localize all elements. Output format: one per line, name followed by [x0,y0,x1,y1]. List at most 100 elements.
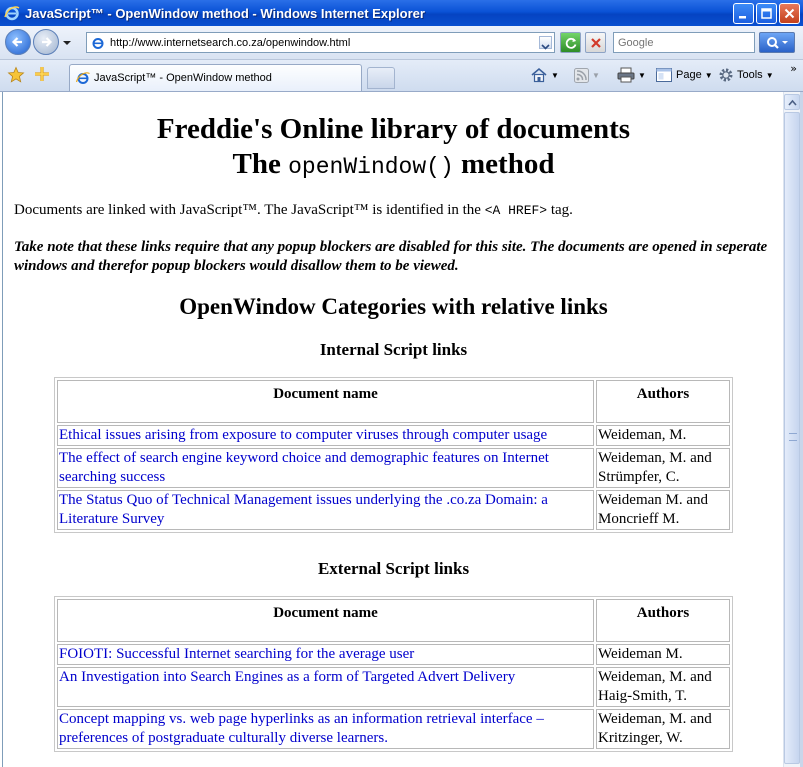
table-row: Concept mapping vs. web page hyperlinks … [57,709,730,749]
table-header-row: Document name Authors [57,380,730,423]
heading-line2-pre: The [232,148,289,180]
home-button[interactable]: ▼ [530,65,559,85]
page-title: Freddie's Online library of documents [3,112,783,147]
gear-icon [719,68,733,82]
maximize-button[interactable] [756,3,777,24]
ie-tab-icon [76,72,90,84]
authors-cell: Weideman, M. and Strümpfer, C. [596,448,730,488]
authors-cell: Weideman, M. and Kritzinger, W. [596,709,730,749]
tab-label: JavaScript™ - OpenWindow method [94,72,272,84]
document-name-cell: An Investigation into Search Engines as … [57,667,594,707]
back-button[interactable] [5,29,31,55]
stop-icon [590,37,601,48]
intro-text-start: Documents are linked with JavaScript™. T… [14,202,485,218]
internal-links-heading: Internal Script links [319,340,468,359]
page-menu-label: Page [676,69,702,81]
column-header-authors: Authors [596,599,730,642]
categories-heading: OpenWindow Categories with relative link… [179,294,608,319]
document-link[interactable]: FOIOTI: Successful Internet searching fo… [59,646,414,662]
document-link[interactable]: Ethical issues arising from exposure to … [59,427,547,443]
page-dropdown-icon: ▼ [704,70,713,80]
heading-line2-post: method [453,148,555,180]
document-name-cell: Ethical issues arising from exposure to … [57,425,594,446]
refresh-button[interactable] [560,32,581,53]
address-toolbar [0,26,803,60]
feeds-dropdown-icon[interactable]: ▼ [592,71,600,80]
table-header-row: Document name Authors [57,599,730,642]
url-input[interactable] [110,36,530,49]
tools-dropdown-icon: ▼ [765,70,774,80]
column-header-document-name: Document name [57,380,594,423]
scroll-grip-icon [789,433,797,441]
address-dropdown-button[interactable] [539,36,552,50]
popup-blocker-note: Take note that these links require that … [14,239,768,274]
forward-arrow-icon [42,37,53,47]
history-dropdown-icon[interactable] [62,38,72,48]
page-menu-button[interactable]: Page ▼ [656,65,713,85]
table-row: An Investigation into Search Engines as … [57,667,730,707]
intro-paragraph: Documents are linked with JavaScript™. T… [14,201,774,220]
authors-cell: Weideman, M. [596,425,730,446]
printer-icon [617,67,635,83]
page-content: Freddie's Online library of documents Th… [2,92,783,767]
back-arrow-icon [11,37,22,47]
ie-page-icon [92,37,104,49]
window-title-bar[interactable]: JavaScript™ - OpenWindow method - Window… [0,0,803,26]
ie-logo-icon [4,6,20,21]
maximize-icon [761,8,772,19]
feeds-button[interactable]: ▼ [574,65,600,85]
new-tab-button[interactable] [367,67,395,89]
forward-button[interactable] [33,29,59,55]
document-link[interactable]: The Status Quo of Technical Management i… [59,492,548,527]
external-links-heading: External Script links [317,559,470,578]
chevron-up-icon [787,99,797,106]
authors-cell: Weideman M. and Moncrieff M. [596,490,730,530]
home-dropdown-icon[interactable]: ▼ [551,71,559,80]
plus-star-icon[interactable] [33,65,51,83]
intro-tag-code: <A HREF> [484,203,548,218]
stop-button[interactable] [585,32,606,53]
intro-text-end: tag. [547,202,573,218]
tab-command-bar: JavaScript™ - OpenWindow method ▼ ▼ ▼ Pa… [0,60,803,92]
print-button[interactable]: ▼ [617,65,646,85]
magnifier-icon [767,36,788,49]
star-icon[interactable] [7,66,25,84]
window-title: JavaScript™ - OpenWindow method - Window… [25,5,425,21]
column-header-document-name: Document name [57,599,594,642]
vertical-scrollbar[interactable] [783,92,800,767]
address-bar[interactable] [86,32,555,53]
print-dropdown-icon[interactable]: ▼ [638,71,646,80]
page-subtitle: The openWindow() method [3,147,783,185]
scroll-up-button[interactable] [784,94,800,110]
tab-openwindow[interactable]: JavaScript™ - OpenWindow method [69,64,362,91]
internal-links-table: Document name Authors Ethical issues ari… [54,377,733,533]
tools-menu-button[interactable]: Tools ▼ [718,65,774,85]
refresh-icon [565,37,576,49]
table-row: FOIOTI: Successful Internet searching fo… [57,644,730,665]
close-icon [784,8,795,19]
more-commands-button[interactable]: » [790,62,797,75]
document-link[interactable]: Concept mapping vs. web page hyperlinks … [59,711,544,746]
document-name-cell: The effect of search engine keyword choi… [57,448,594,488]
home-icon [531,67,547,83]
document-name-cell: Concept mapping vs. web page hyperlinks … [57,709,594,749]
rss-icon [574,67,589,83]
heading-line2-code: openWindow() [288,154,454,180]
document-link[interactable]: An Investigation into Search Engines as … [59,669,515,685]
table-row: The effect of search engine keyword choi… [57,448,730,488]
authors-cell: Weideman, M. and Haig-Smith, T. [596,667,730,707]
scroll-thumb[interactable] [784,112,800,764]
external-links-table: Document name Authors FOIOTI: Successful… [54,596,733,752]
tools-menu-label: Tools [737,69,763,81]
document-name-cell: The Status Quo of Technical Management i… [57,490,594,530]
close-window-button[interactable] [779,3,800,24]
column-header-authors: Authors [596,380,730,423]
search-input[interactable] [613,32,755,53]
chevron-down-icon [541,44,550,50]
search-button[interactable] [759,32,795,53]
document-link[interactable]: The effect of search engine keyword choi… [59,450,549,485]
minimize-button[interactable] [733,3,754,24]
table-row: Ethical issues arising from exposure to … [57,425,730,446]
page-icon [656,68,672,82]
table-row: The Status Quo of Technical Management i… [57,490,730,530]
